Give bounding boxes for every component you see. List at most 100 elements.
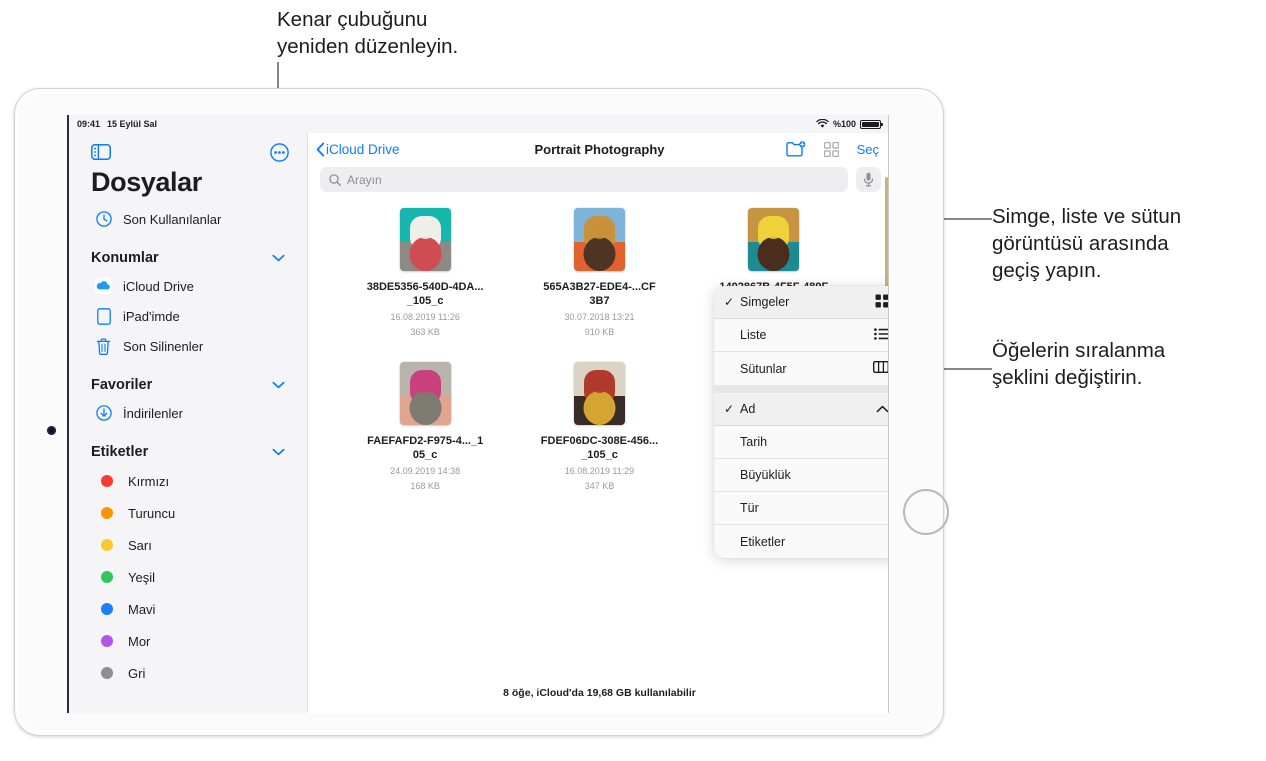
- menu-item-t-r[interactable]: Tür: [714, 492, 888, 525]
- list-icon: [874, 327, 888, 343]
- tag-color-dot-icon: [99, 539, 115, 551]
- sidebar-tag-item[interactable]: Sarı: [69, 529, 307, 561]
- file-thumbnail: [399, 362, 451, 425]
- check-icon: ✓: [724, 402, 735, 416]
- sidebar-tag-label: Gri: [128, 665, 146, 681]
- sidebar-tag-item[interactable]: Mavi: [69, 593, 307, 625]
- file-item[interactable]: 565A3B27-EDE4-...CF3B7 30.07.2018 13:21 91…: [512, 208, 686, 338]
- file-date: 24.09.2019 14:38: [390, 466, 461, 476]
- check-icon: ✓: [724, 295, 735, 309]
- trash-icon: [95, 338, 112, 355]
- ipad-device-frame: 09:41 15 Eylül Sal %100 Dosyalar Son Kul…: [14, 88, 949, 736]
- sidebar-group-label: Etiketler: [91, 444, 149, 460]
- ipad-screen: 09:41 15 Eylül Sal %100 Dosyalar Son Kul…: [67, 115, 889, 713]
- sidebar-item-label: Son Kullanılanlar: [123, 211, 222, 227]
- sidebar-item-on-my-ipad[interactable]: iPad'imde: [69, 301, 307, 331]
- sidebar-group-tags[interactable]: Etiketler: [69, 428, 307, 465]
- file-name: 565A3B27-EDE4-...CF3B7: [543, 281, 656, 307]
- file-size: 910 KB: [584, 327, 615, 337]
- back-button[interactable]: iCloud Drive: [316, 142, 400, 157]
- chevron-up-icon: [876, 402, 888, 416]
- file-size: 363 KB: [410, 327, 440, 337]
- menu-item-b-y-kl-k[interactable]: Büyüklük: [714, 459, 888, 492]
- sidebar-item-icloud-drive[interactable]: iCloud Drive: [69, 271, 307, 301]
- sidebar-tag-label: Yeşil: [128, 569, 155, 585]
- file-size: 168 KB: [410, 481, 440, 491]
- sidebar-tag-label: Mavi: [128, 601, 156, 617]
- grid-view-icon[interactable]: [823, 141, 839, 157]
- menu-item-s-tunlar[interactable]: Sütunlar: [714, 352, 888, 385]
- microphone-icon[interactable]: [856, 167, 881, 192]
- file-thumbnail: [573, 208, 625, 271]
- sidebar-item-downloads[interactable]: İndirilenler: [69, 398, 307, 428]
- menu-item-label: Tür: [740, 501, 759, 515]
- clock-icon: [95, 211, 112, 228]
- menu-item-label: Sütunlar: [740, 361, 787, 376]
- sidebar-tag-item[interactable]: Yeşil: [69, 561, 307, 593]
- sidebar-item-label: Son Silinenler: [123, 338, 204, 354]
- files-sidebar: Dosyalar Son Kullanılanlar Konumlar iClo…: [69, 133, 308, 713]
- chevron-down-icon[interactable]: [272, 381, 285, 389]
- ipad-icon: [95, 307, 112, 325]
- file-item[interactable]: FDEF06DC-308E-456..._105_c 16.08.2019 11:…: [512, 362, 686, 492]
- menu-item-etiketler[interactable]: Etiketler: [714, 525, 888, 558]
- menu-item-simgeler[interactable]: ✓ Simgeler: [714, 286, 888, 319]
- file-name: FAEFAFD2-F975-4..._105_c: [367, 435, 484, 461]
- sidebar-group-label: Favoriler: [91, 377, 153, 393]
- wifi-icon: [816, 119, 829, 129]
- content-scrollbar[interactable]: [885, 177, 888, 287]
- sidebar-item-label: iCloud Drive: [123, 278, 194, 294]
- home-button[interactable]: [903, 489, 949, 535]
- menu-sort-section: ✓ Ad Tarih Büyüklük Tür Etiketler: [714, 393, 888, 558]
- sidebar-item-label: İndirilenler: [123, 405, 183, 421]
- chevron-down-icon[interactable]: [272, 448, 285, 456]
- sidebar-group-locations[interactable]: Konumlar: [69, 234, 307, 271]
- search-input[interactable]: Arayın: [320, 167, 848, 192]
- sidebar-callout-text: Kenar çubuğunu yeniden düzenleyin.: [277, 8, 459, 58]
- sidebar-item-recents[interactable]: Son Kullanılanlar: [69, 204, 307, 234]
- ios-status-bar: 09:41 15 Eylül Sal %100: [69, 115, 888, 133]
- sidebar-toggle-icon[interactable]: [91, 144, 111, 160]
- grid-icon: [875, 294, 888, 311]
- menu-item-label: Etiketler: [740, 534, 786, 549]
- sidebar-item-recently-deleted[interactable]: Son Silinenler: [69, 331, 307, 361]
- sidebar-item-label: iPad'imde: [123, 308, 180, 324]
- file-thumbnail: [573, 362, 625, 425]
- sidebar-tag-item[interactable]: Gri: [69, 657, 307, 689]
- sidebar-tag-item[interactable]: Turuncu: [69, 497, 307, 529]
- sidebar-group-favorites[interactable]: Favoriler: [69, 361, 307, 398]
- file-browser-main: iCloud Drive Portrait Photography Seç Ar…: [308, 133, 888, 713]
- sidebar-tag-label: Turuncu: [128, 505, 176, 521]
- file-date: 16.08.2019 11:29: [564, 466, 635, 476]
- back-button-label: iCloud Drive: [326, 141, 400, 157]
- search-placeholder: Arayın: [347, 172, 382, 187]
- sidebar-tag-item[interactable]: Kırmızı: [69, 465, 307, 497]
- chevron-down-icon[interactable]: [272, 254, 285, 262]
- file-date: 16.08.2019 11:26: [390, 312, 460, 322]
- chevron-left-icon: [316, 141, 325, 157]
- search-icon: [329, 173, 341, 186]
- file-name: 38DE5356-540D-4DA..._105_c: [366, 281, 484, 307]
- tag-color-dot-icon: [99, 475, 115, 487]
- file-thumbnail: [748, 208, 800, 271]
- navigation-bar: iCloud Drive Portrait Photography Seç: [308, 133, 888, 165]
- menu-item-liste[interactable]: Liste: [714, 319, 888, 352]
- battery-icon: [860, 119, 883, 129]
- file-item[interactable]: 38DE5356-540D-4DA..._105_c 16.08.2019 11:…: [338, 208, 512, 338]
- new-folder-icon[interactable]: [785, 141, 806, 157]
- sidebar-tag-item[interactable]: Mor: [69, 625, 307, 657]
- sidebar-tag-label: Kırmızı: [128, 473, 170, 489]
- menu-item-ad[interactable]: ✓ Ad: [714, 393, 888, 426]
- sidebar-tag-label: Sarı: [128, 537, 152, 553]
- download-icon: [95, 405, 112, 422]
- more-ellipsis-icon[interactable]: [270, 142, 289, 162]
- select-button[interactable]: Seç: [857, 142, 879, 157]
- sort-callout-text: Öğelerin sıralanma şeklini değiştirin.: [992, 339, 1166, 389]
- menu-item-tarih[interactable]: Tarih: [714, 426, 888, 459]
- menu-item-label: Liste: [740, 328, 767, 342]
- menu-item-label: Tarih: [740, 435, 768, 449]
- tag-color-dot-icon: [99, 635, 115, 647]
- file-item[interactable]: FAEFAFD2-F975-4..._105_c 24.09.2019 14:38…: [338, 362, 512, 492]
- front-camera-icon: [47, 426, 56, 435]
- file-thumbnail: [399, 208, 451, 271]
